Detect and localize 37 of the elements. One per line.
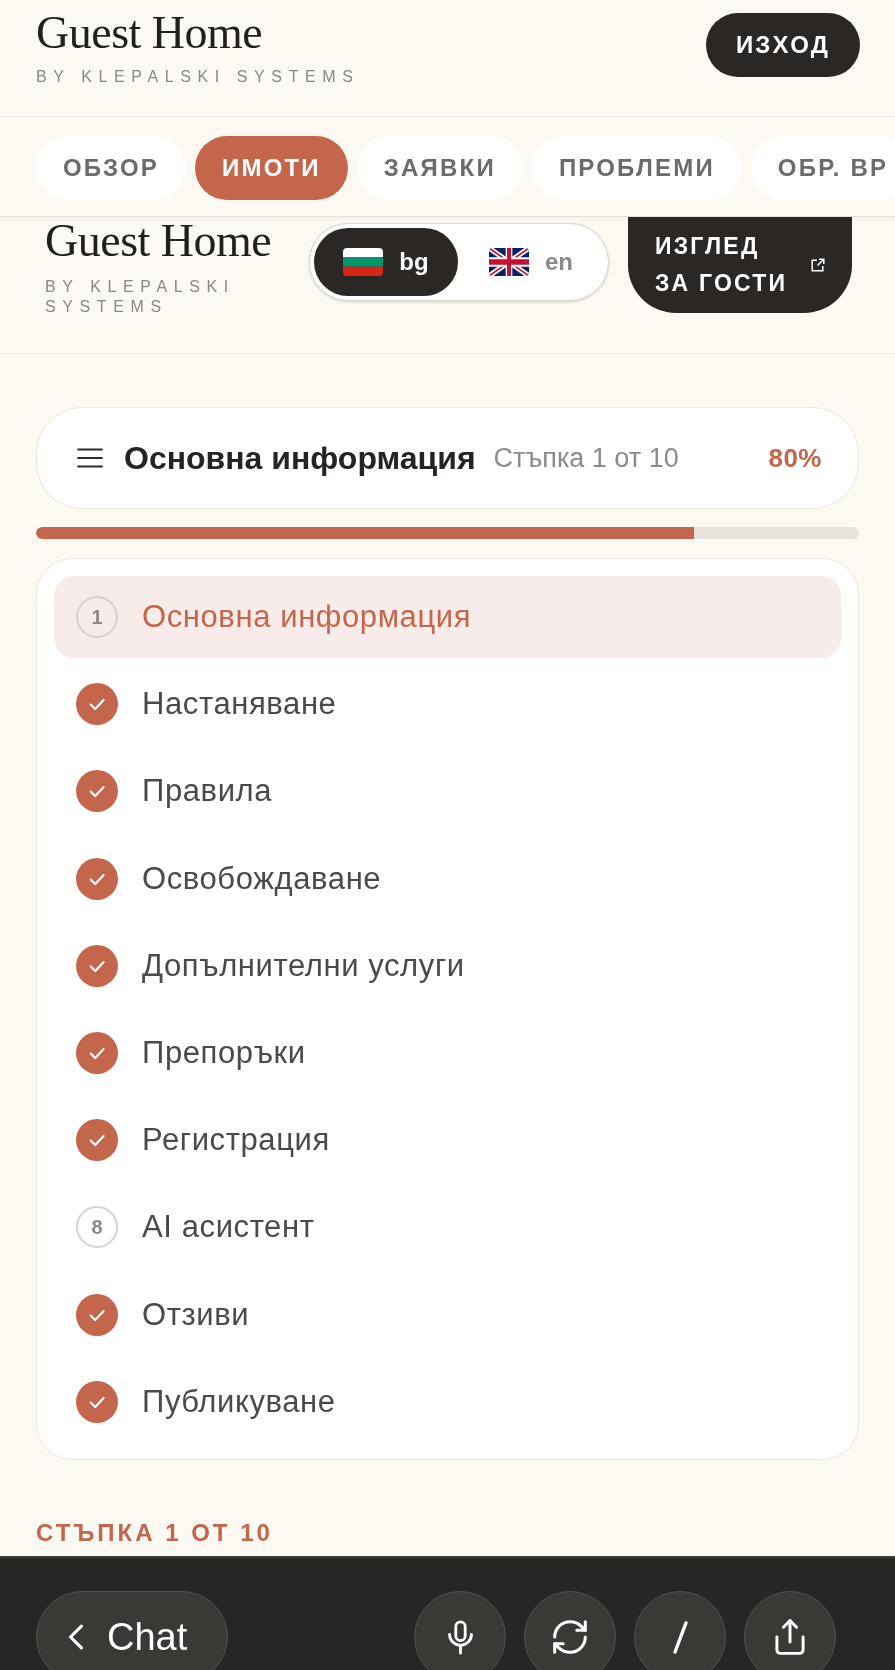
- chevron-left-icon: [69, 1624, 83, 1650]
- nav-tab[interactable]: ОБР. ВР: [750, 136, 895, 200]
- step-item[interactable]: Допълнителни услуги: [54, 924, 841, 1007]
- nav-tab[interactable]: ЗАЯВКИ: [356, 136, 523, 200]
- nav-tab[interactable]: ПРОБЛЕМИ: [531, 136, 742, 200]
- step-item[interactable]: Публикуване: [54, 1360, 841, 1443]
- step-number: 1: [76, 596, 118, 638]
- step-counter: Стъпка 1 от 10: [493, 442, 679, 474]
- progress-percent: 80%: [768, 442, 822, 474]
- guest-view-button[interactable]: ИЗГЛЕД ЗА ГОСТИ: [628, 217, 852, 313]
- nav-tab[interactable]: ОБЗОР: [36, 136, 186, 200]
- chat-button[interactable]: Chat: [36, 1591, 228, 1670]
- step-number: 8: [76, 1206, 118, 1249]
- step-item[interactable]: Освобождаване: [54, 837, 841, 920]
- microphone-icon: [447, 1619, 473, 1655]
- exit-button[interactable]: ИЗХОД: [705, 13, 860, 77]
- language-option[interactable]: bg: [314, 228, 458, 296]
- menu-icon[interactable]: [77, 448, 103, 468]
- step-item[interactable]: Правила: [54, 750, 841, 833]
- step-item[interactable]: Препоръки: [54, 1011, 841, 1094]
- step-item[interactable]: 8 AI асистент: [54, 1186, 841, 1269]
- external-link-icon: [811, 258, 825, 272]
- step-item[interactable]: Настаняване: [54, 663, 841, 746]
- brand-subtitle: BY KLEPALSKI SYSTEMS: [36, 67, 360, 87]
- nav-tab[interactable]: ИМОТИ: [195, 136, 348, 200]
- refresh-icon: [553, 1620, 587, 1654]
- share-icon: [775, 1619, 805, 1655]
- slash-icon: [672, 1620, 688, 1654]
- step-item[interactable]: Отзиви: [54, 1273, 841, 1356]
- brand-subtitle: BY KLEPALSKI SYSTEMS: [45, 277, 236, 317]
- uk-flag-icon: [489, 248, 529, 276]
- step-title: Основна информация: [124, 439, 476, 477]
- bulgaria-flag-icon: [343, 248, 384, 276]
- brand-title: Guest Home: [36, 9, 264, 56]
- step-counter: СТЪПКА 1 ОТ 10: [36, 1518, 274, 1547]
- step-item[interactable]: Регистрация: [54, 1099, 841, 1182]
- brand-title: Guest Home: [45, 217, 273, 264]
